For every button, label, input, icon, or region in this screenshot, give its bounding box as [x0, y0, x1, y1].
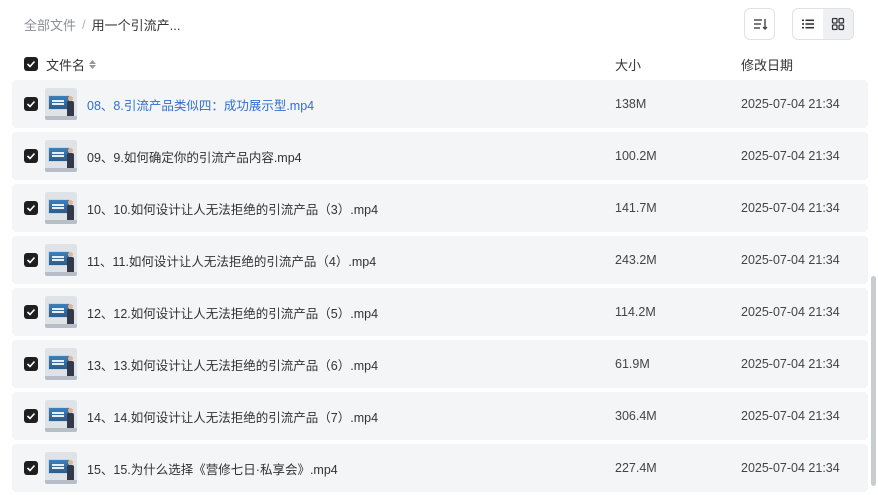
table-row[interactable]: 13、13.如何设计让人无法拒绝的引流产品（6）.mp4 61.9M 2025-…: [12, 340, 868, 388]
video-thumbnail-icon: [45, 296, 77, 328]
file-size: 141.7M: [615, 201, 657, 215]
check-icon: [26, 464, 36, 472]
file-size: 138M: [615, 97, 647, 111]
table-row[interactable]: 15、15.为什么选择《营修七日·私享会》.mp4 227.4M 2025-07…: [12, 444, 868, 492]
file-modified-date: 2025-07-04 21:34: [741, 253, 840, 267]
table-header: 文件名 大小 修改日期: [12, 50, 868, 78]
table-row[interactable]: 11、11.如何设计让人无法拒绝的引流产品（4）.mp4 243.2M 2025…: [12, 236, 868, 284]
file-modified-date: 2025-07-04 21:34: [741, 149, 840, 163]
breadcrumb-root-link[interactable]: 全部文件: [24, 15, 76, 34]
check-icon: [26, 308, 36, 316]
check-icon: [26, 60, 36, 68]
select-all-checkbox[interactable]: [24, 57, 38, 71]
row-checkbox[interactable]: [24, 409, 38, 423]
video-thumbnail-icon: [45, 400, 77, 432]
table-row[interactable]: 08、8.引流产品类似四：成功展示型.mp4 138M 2025-07-04 2…: [12, 80, 868, 128]
row-checkbox[interactable]: [24, 97, 38, 111]
video-thumbnail-icon: [45, 244, 77, 276]
sort-button[interactable]: [744, 8, 775, 40]
breadcrumb: 全部文件 / 用一个引流产...: [24, 14, 180, 34]
view-toggle: [792, 8, 854, 40]
file-name[interactable]: 11、11.如何设计让人无法拒绝的引流产品（4）.mp4: [87, 251, 376, 270]
file-size: 243.2M: [615, 253, 657, 267]
table-row[interactable]: 12、12.如何设计让人无法拒绝的引流产品（5）.mp4 114.2M 2025…: [12, 288, 868, 336]
file-size: 61.9M: [615, 357, 650, 371]
file-name[interactable]: 10、10.如何设计让人无法拒绝的引流产品（3）.mp4: [87, 199, 378, 218]
breadcrumb-current-folder: 用一个引流产...: [91, 17, 181, 33]
file-name[interactable]: 12、12.如何设计让人无法拒绝的引流产品（5）.mp4: [87, 303, 378, 322]
row-checkbox[interactable]: [24, 253, 38, 267]
check-icon: [26, 412, 36, 420]
file-list: 08、8.引流产品类似四：成功展示型.mp4 138M 2025-07-04 2…: [12, 80, 868, 495]
row-checkbox[interactable]: [24, 305, 38, 319]
file-size: 114.2M: [615, 305, 656, 319]
file-size: 306.4M: [615, 409, 657, 423]
list-view-button[interactable]: [793, 9, 823, 39]
row-checkbox[interactable]: [24, 149, 38, 163]
list-view-icon: [802, 19, 814, 29]
file-modified-date: 2025-07-04 21:34: [741, 201, 840, 215]
column-header-size[interactable]: 大小: [615, 55, 641, 74]
sort-lines-icon: [753, 19, 767, 30]
video-thumbnail-icon: [45, 192, 77, 224]
column-header-name-label: 文件名: [46, 57, 86, 73]
file-name[interactable]: 08、8.引流产品类似四：成功展示型.mp4: [87, 95, 314, 114]
check-icon: [26, 204, 36, 212]
file-name[interactable]: 14、14.如何设计让人无法拒绝的引流产品（7）.mp4: [87, 407, 378, 426]
row-checkbox[interactable]: [24, 357, 38, 371]
file-name[interactable]: 15、15.为什么选择《营修七日·私享会》.mp4: [87, 459, 338, 478]
check-icon: [26, 256, 36, 264]
file-modified-date: 2025-07-04 21:34: [741, 357, 840, 371]
table-row[interactable]: 14、14.如何设计让人无法拒绝的引流产品（7）.mp4 306.4M 2025…: [12, 392, 868, 440]
file-modified-date: 2025-07-04 21:34: [741, 409, 840, 423]
video-thumbnail-icon: [45, 452, 77, 484]
file-modified-date: 2025-07-04 21:34: [741, 305, 840, 319]
grid-view-button[interactable]: [823, 9, 853, 39]
check-icon: [26, 152, 36, 160]
breadcrumb-separator: /: [82, 16, 86, 32]
file-size: 100.2M: [615, 149, 657, 163]
check-icon: [26, 100, 36, 108]
video-thumbnail-icon: [45, 140, 77, 172]
file-modified-date: 2025-07-04 21:34: [741, 461, 840, 475]
column-header-name[interactable]: 文件名: [46, 55, 97, 74]
table-row[interactable]: 09、9.如何确定你的引流产品内容.mp4 100.2M 2025-07-04 …: [12, 132, 868, 180]
check-icon: [26, 360, 36, 368]
file-size: 227.4M: [615, 461, 657, 475]
vertical-scrollbar[interactable]: [871, 276, 876, 486]
row-checkbox[interactable]: [24, 201, 38, 215]
table-row[interactable]: 10、10.如何设计让人无法拒绝的引流产品（3）.mp4 141.7M 2025…: [12, 184, 868, 232]
file-name[interactable]: 13、13.如何设计让人无法拒绝的引流产品（6）.mp4: [87, 355, 378, 374]
sort-arrows-icon: [89, 59, 97, 69]
video-thumbnail-icon: [45, 88, 77, 120]
column-header-modified[interactable]: 修改日期: [741, 55, 793, 74]
file-name[interactable]: 09、9.如何确定你的引流产品内容.mp4: [87, 147, 302, 166]
file-modified-date: 2025-07-04 21:34: [741, 97, 840, 111]
grid-view-icon: [831, 17, 845, 31]
video-thumbnail-icon: [45, 348, 77, 380]
row-checkbox[interactable]: [24, 461, 38, 475]
